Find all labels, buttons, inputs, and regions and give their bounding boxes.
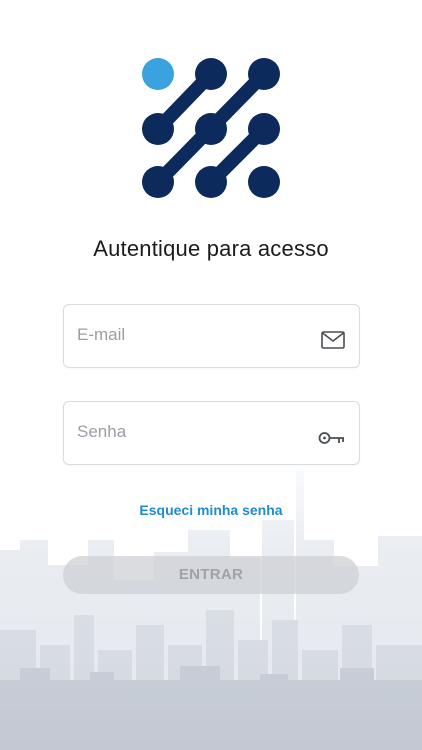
key-icon	[318, 432, 344, 444]
login-screen: Autentique para acesso Esqueci minha sen…	[0, 0, 422, 750]
page-title: Autentique para acesso	[93, 236, 329, 261]
mail-icon	[321, 331, 345, 349]
password-input[interactable]	[77, 402, 307, 462]
dot-network-logo	[142, 58, 280, 198]
forgot-password-link[interactable]: Esqueci minha senha	[0, 502, 422, 518]
login-button[interactable]: ENTRAR	[63, 556, 359, 594]
email-field[interactable]	[63, 304, 360, 368]
password-field[interactable]	[63, 401, 360, 465]
email-input[interactable]	[77, 305, 307, 365]
